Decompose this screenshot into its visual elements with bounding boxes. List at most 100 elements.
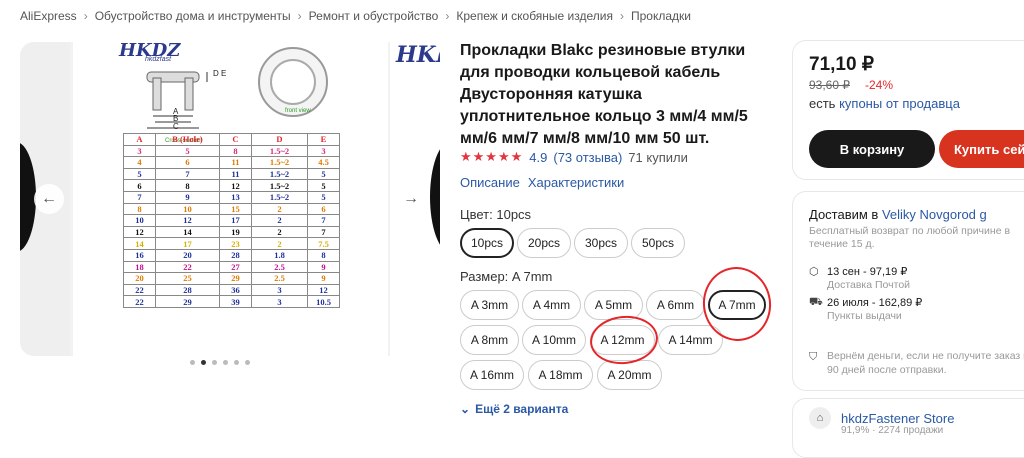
table-cell: 6 [307,202,340,216]
store-card: ⌂ hkdzFastener Store 91,9% · 2274 продаж… [792,398,1024,458]
table-cell: 9 [307,260,340,274]
pagination-dot[interactable] [234,360,239,365]
product-title: Прокладки Blakc резиновые втулки для про… [460,42,748,147]
table-cell: 14 [155,225,220,239]
size-option[interactable]: A 18mm [528,360,593,390]
table-cell: 17 [219,214,252,227]
color-option[interactable]: 30pcs [574,228,628,258]
size-option[interactable]: A 6mm [646,290,705,320]
delivery-option[interactable]: ⬡ 13 сен - 97,19 ₽ Доставка Почтой [809,265,910,291]
arrow-left-icon[interactable]: ← [34,184,64,214]
star-rating-icon: ★★★★★ [460,149,524,164]
table-header-cell: E [307,133,340,146]
size-option[interactable]: A 4mm [522,290,581,320]
rating-score[interactable]: 4.9 [529,150,547,165]
table-cell: 27 [219,260,252,274]
table-cell: 10.5 [307,295,340,308]
tab-specs[interactable]: Характеристики [528,175,624,190]
old-price: 93,60 ₽ [809,78,850,92]
color-option[interactable]: 20pcs [517,228,571,258]
pagination-dot[interactable] [245,360,250,365]
pagination-dot[interactable] [190,360,195,365]
table-cell: 14 [123,237,156,250]
breadcrumb: AliExpress › Обустройство дома и инструме… [20,9,691,23]
table-cell: 15 [219,202,252,216]
table-cell: 5 [307,179,340,192]
size-option[interactable]: A 3mm [460,290,519,320]
caption: front view [285,108,311,114]
main-product-image[interactable]: HKDZ hkdzfast D E A B C Cross-section fr… [73,42,388,356]
delivery-option-sub: Пункты выдачи [827,310,902,322]
refund-text: Вернём деньги, если не получите заказ в … [827,350,1024,376]
more-variants-link[interactable]: ⌄ Ещё 2 варианта [460,402,568,416]
size-option[interactable]: A 16mm [460,360,524,390]
table-cell: 7 [155,167,220,181]
size-option[interactable]: A 20mm [597,360,662,390]
breadcrumb-item[interactable]: Ремонт и обустройство [309,9,439,23]
color-option[interactable]: 10pcs [460,228,514,258]
delivery-option-sub: Доставка Почтой [827,279,911,291]
table-cell: 2 [251,214,308,227]
table-cell: 12 [219,179,252,192]
size-option[interactable]: A 10mm [522,325,586,355]
size-option[interactable]: A 8mm [460,325,519,355]
table-cell: 22 [123,283,156,297]
shield-icon: ⛉ [809,351,818,363]
table-row: 10 12 17 2 7 [123,214,340,227]
package-icon: ⬡ [809,266,819,278]
table-cell: 6 [123,179,156,192]
table-row: 16 20 28 1.8 8 [123,248,340,262]
table-cell: 16 [123,248,156,262]
pagination-dot[interactable] [223,360,228,365]
brand-logo: HKI [396,42,440,68]
image-gallery: HKDZ hkdzfast D E A B C Cross-section fr… [20,42,440,356]
arrow-right-icon[interactable]: → [396,184,426,214]
current-price: 71,10 ₽ [809,54,874,75]
breadcrumb-item[interactable]: Прокладки [631,9,691,23]
color-option[interactable]: 50pcs [631,228,685,258]
buy-now-button[interactable]: Купить сейчас [939,130,1024,168]
sold-count: 71 купили [628,149,688,165]
table-cell: 23 [219,237,252,250]
table-cell: 22 [155,260,220,274]
store-icon: ⌂ [809,407,831,429]
table-cell: 2.5 [251,272,308,285]
table-cell: 7 [307,214,340,227]
discount-badge: -24% [865,78,894,92]
dim-label: C [173,122,179,131]
table-cell: 12 [307,283,340,297]
size-label: Размер: A 7mm [460,269,553,284]
pagination-dot-active[interactable] [201,360,206,365]
table-cell: 3 [123,144,156,158]
table-cell: 8 [123,202,156,216]
breadcrumb-item[interactable]: Обустройство дома и инструменты [95,9,291,23]
table-row: 3 5 8 1.5~2 3 [123,144,340,158]
pagination-dot[interactable] [212,360,217,365]
table-cell: 28 [219,248,252,262]
breadcrumb-item[interactable]: Крепеж и скобяные изделия [456,9,613,23]
table-cell: 1.5~2 [251,190,308,204]
table-cell: 25 [155,272,220,285]
table-cell: 1.8 [251,248,308,262]
chevron-down-icon: ⌄ [460,402,471,416]
table-cell: 10 [155,202,220,216]
tab-description[interactable]: Описание [460,175,520,190]
table-cell: 12 [155,214,220,227]
color-label: Цвет: 10pcs [460,207,532,222]
city-link[interactable]: Veliky Novgorod g [882,207,987,222]
add-to-cart-button[interactable]: В корзину [809,130,935,168]
return-note: Бесплатный возврат по любой причине в те… [809,225,1011,250]
table-cell: 8 [219,144,252,158]
breadcrumb-item[interactable]: AliExpress [20,9,77,23]
coupon-link[interactable]: купоны от продавца [839,96,960,111]
delivery-destination: Доставим в Veliky Novgorod g [809,207,987,222]
delivery-option[interactable]: ⛟ 26 июля - 162,89 ₽ Пункты выдачи [809,296,922,322]
price-card: 71,10 ₽ 93,60 ₽ -24% есть купоны от прод… [792,40,1024,180]
table-cell: 3 [251,295,308,308]
table-cell: 7 [307,225,340,239]
table-cell: 4 [123,156,156,169]
table-cell: 3 [307,144,340,158]
reviews-link[interactable]: (73 отзыва) [553,150,622,165]
table-header-cell: C [219,133,252,146]
table-cell: 11 [219,167,252,181]
